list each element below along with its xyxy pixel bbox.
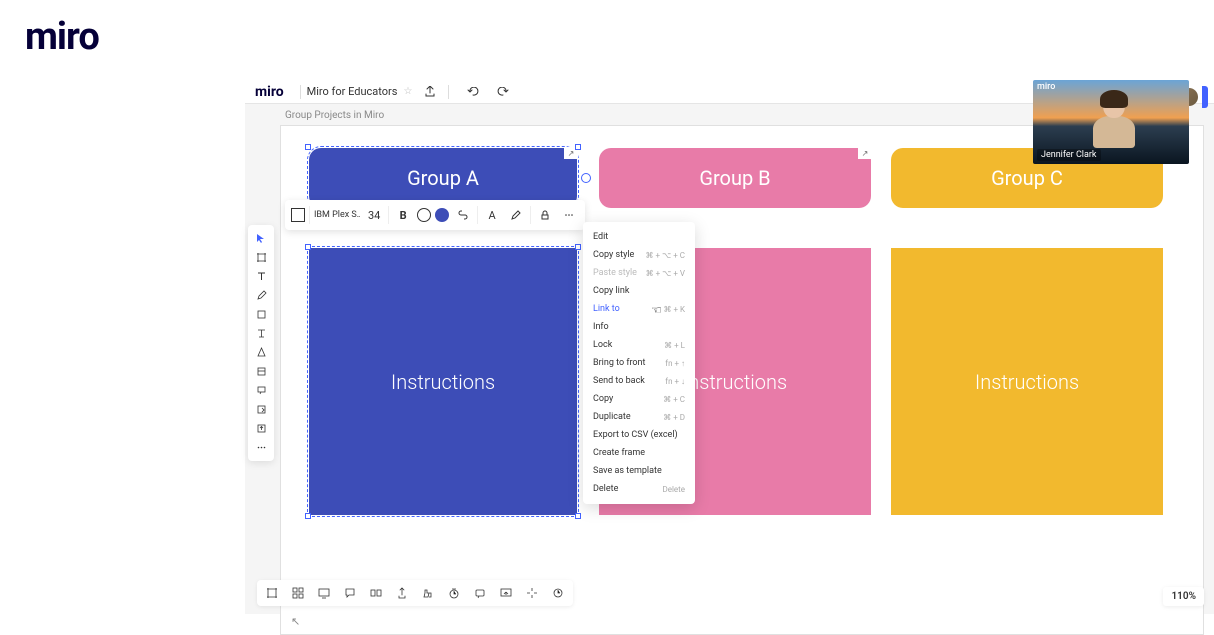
menu-duplicate[interactable]: Duplicate⌘ + D — [583, 408, 695, 426]
rotate-handle[interactable] — [581, 173, 591, 183]
bold-button[interactable]: B — [393, 203, 413, 227]
separator — [309, 206, 310, 224]
pen-icon[interactable] — [506, 203, 526, 227]
menu-edit[interactable]: Edit — [583, 228, 695, 246]
cards-icon[interactable] — [367, 584, 385, 602]
shape-tool-icon[interactable] — [250, 305, 272, 324]
menu-copy-link[interactable]: Copy link — [583, 282, 695, 300]
cursor-corner-icon: ↖ — [291, 615, 300, 628]
sticky-tool-icon[interactable] — [250, 324, 272, 343]
video-person — [1088, 92, 1138, 148]
context-menu: Edit Copy style⌘ + ⌥ + C Paste style⌘ + … — [583, 222, 695, 504]
presentation-icon[interactable] — [315, 584, 333, 602]
video-top-label: miro — [1037, 82, 1055, 92]
history-icon[interactable] — [549, 584, 567, 602]
board-name[interactable]: Miro for Educators — [307, 85, 398, 98]
page-logo: miro — [25, 15, 99, 59]
canvas[interactable]: Group A ↗ Group B ↗ Group C ↗ Instructio… — [280, 125, 1204, 635]
shape-picker-icon[interactable] — [291, 208, 305, 222]
card-tool-icon[interactable] — [250, 362, 272, 381]
pen-tool-icon[interactable] — [250, 286, 272, 305]
activity-icon[interactable] — [523, 584, 541, 602]
group-c-title: Group C — [991, 166, 1063, 190]
text-tool-icon[interactable] — [250, 267, 272, 286]
menu-copy[interactable]: Copy⌘ + C — [583, 390, 695, 408]
frame-tool-icon[interactable] — [263, 584, 281, 602]
star-icon[interactable]: ☆ — [403, 86, 412, 97]
menu-link-to[interactable]: Link to⌘ + K — [583, 300, 695, 318]
chat-icon[interactable] — [471, 584, 489, 602]
export-tool-icon[interactable] — [393, 584, 411, 602]
menu-create-frame[interactable]: Create frame — [583, 444, 695, 462]
instructions-label: Instructions — [975, 370, 1079, 394]
selection-handle[interactable] — [305, 513, 311, 519]
group-b-title: Group B — [699, 166, 770, 190]
templates-tool-icon[interactable] — [250, 248, 272, 267]
video-call-overlay[interactable]: miro Jennifer Clark — [1033, 80, 1189, 164]
group-b-header-shape[interactable]: Group B ↗ — [599, 148, 871, 208]
menu-bring-front[interactable]: Bring to frontfn + ↑ — [583, 354, 695, 372]
selection-handle[interactable] — [575, 513, 581, 519]
share-button[interactable] — [1202, 86, 1208, 108]
font-size[interactable]: 34 — [364, 203, 384, 227]
selection-handle[interactable] — [305, 244, 311, 250]
menu-paste-style: Paste style⌘ + ⌥ + V — [583, 264, 695, 282]
export-icon[interactable] — [418, 82, 442, 102]
group-a-header-shape[interactable]: Group A ↗ — [309, 148, 577, 208]
menu-export-csv[interactable]: Export to CSV (excel) — [583, 426, 695, 444]
left-toolbar — [248, 225, 274, 461]
menu-save-template[interactable]: Save as template — [583, 462, 695, 480]
comment-tool-icon[interactable] — [250, 381, 272, 400]
undo-icon[interactable] — [461, 82, 485, 102]
selection-handle[interactable] — [575, 144, 581, 150]
separator — [448, 85, 449, 99]
selection-handle[interactable] — [575, 244, 581, 250]
group-c-instructions-shape[interactable]: Instructions — [891, 248, 1163, 515]
lock-handle-icon[interactable]: ↗ — [858, 147, 872, 159]
screenshare-icon[interactable] — [497, 584, 515, 602]
redo-icon[interactable] — [491, 82, 515, 102]
more-tools-icon[interactable] — [250, 438, 272, 457]
instructions-label: Instructions — [391, 370, 495, 394]
vote-icon[interactable] — [419, 584, 437, 602]
font-picker[interactable]: IBM Plex S… — [314, 203, 360, 227]
zoom-level[interactable]: 110% — [1163, 587, 1204, 606]
app-logo: miro — [255, 84, 284, 100]
group-a-title: Group A — [407, 166, 479, 190]
separator — [388, 206, 389, 224]
separator — [530, 206, 531, 224]
grid-tool-icon[interactable] — [289, 584, 307, 602]
menu-delete[interactable]: DeleteDelete — [583, 480, 695, 498]
fill-color-icon[interactable] — [435, 208, 449, 222]
connection-tool-icon[interactable] — [250, 343, 272, 362]
menu-info[interactable]: Info — [583, 318, 695, 336]
upload-tool-icon[interactable] — [250, 419, 272, 438]
selection-handle[interactable] — [305, 144, 311, 150]
lock-icon[interactable] — [535, 203, 555, 227]
link-icon[interactable] — [453, 203, 473, 227]
timer-icon[interactable] — [445, 584, 463, 602]
border-color-icon[interactable] — [417, 208, 431, 222]
select-tool-icon[interactable] — [250, 229, 272, 248]
breadcrumb: Group Projects in Miro — [285, 110, 384, 121]
menu-lock[interactable]: Lock⌘ + L — [583, 336, 695, 354]
more-options-icon[interactable] — [559, 203, 579, 227]
frame-tool-icon[interactable] — [250, 400, 272, 419]
comment-icon[interactable] — [341, 584, 359, 602]
separator — [477, 206, 478, 224]
text-style-button[interactable]: A — [482, 203, 502, 227]
menu-send-back[interactable]: Send to backfn + ↓ — [583, 372, 695, 390]
bottom-toolbar — [257, 580, 573, 606]
separator — [300, 85, 301, 99]
menu-copy-style[interactable]: Copy style⌘ + ⌥ + C — [583, 246, 695, 264]
group-a-instructions-shape[interactable]: Instructions — [309, 248, 577, 515]
instructions-label: Instructions — [683, 370, 787, 394]
context-toolbar: IBM Plex S… 34 B A — [285, 200, 585, 230]
video-presenter-name: Jennifer Clark — [1037, 149, 1101, 161]
